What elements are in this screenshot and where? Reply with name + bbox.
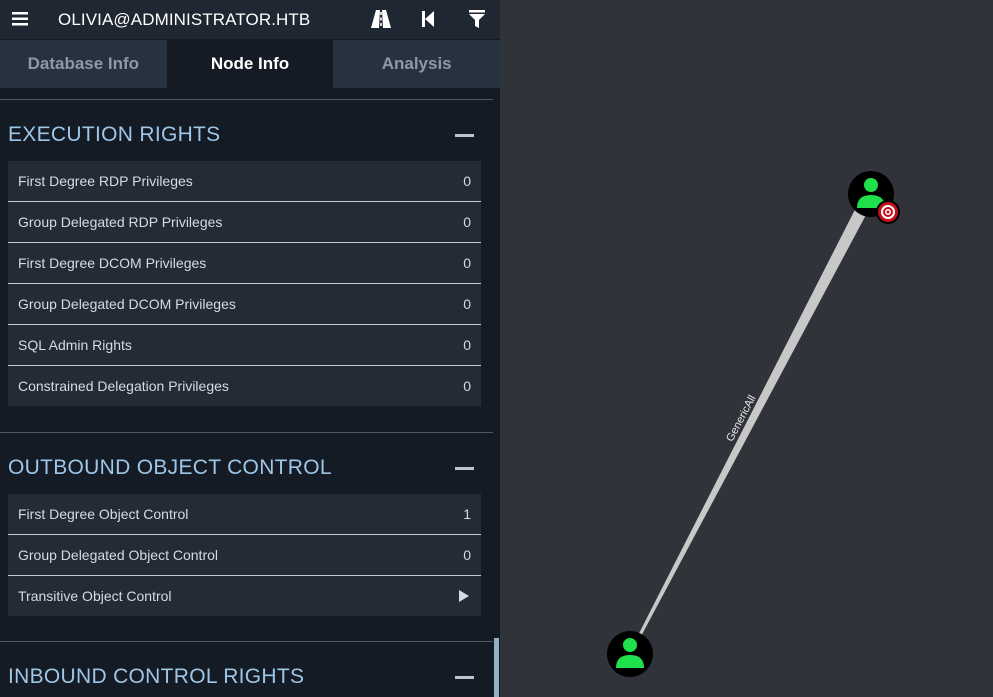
section-title-outbound-object-control[interactable]: OUTBOUND OBJECT CONTROL (8, 456, 332, 480)
section-title-execution-rights[interactable]: EXECUTION RIGHTS (8, 123, 220, 147)
section-divider (0, 641, 493, 642)
search-bar: OLIVIA@ADMINISTRATOR.HTB (0, 0, 500, 39)
collapse-execution-rights-icon[interactable] (455, 134, 474, 137)
section-title-inbound-control-rights[interactable]: INBOUND CONTROL RIGHTS (8, 665, 304, 689)
graph-canvas[interactable]: GenericAll (500, 0, 993, 697)
collapse-outbound-object-control-icon[interactable] (455, 467, 474, 470)
tab-database-info[interactable]: Database Info (0, 40, 167, 88)
panel-tabs: Database Info Node Info Analysis (0, 40, 500, 88)
tab-node-info[interactable]: Node Info (166, 40, 334, 88)
list-item[interactable]: Transitive Object Control (8, 576, 481, 616)
execution-rights-list: First Degree RDP Privileges 0 Group Dele… (8, 161, 481, 406)
outbound-object-control-list: First Degree Object Control 1 Group Dele… (8, 494, 481, 616)
target-icon (876, 200, 900, 224)
list-item[interactable]: First Degree RDP Privileges 0 (8, 161, 481, 202)
node-search-title[interactable]: OLIVIA@ADMINISTRATOR.HTB (58, 0, 310, 39)
list-item[interactable]: Group Delegated Object Control 0 (8, 535, 481, 576)
scrollbar[interactable] (494, 638, 499, 697)
user-node[interactable] (607, 631, 653, 677)
list-item[interactable]: First Degree DCOM Privileges 0 (8, 243, 481, 284)
edge-genericall[interactable] (629, 190, 875, 655)
node-info-content[interactable]: EXECUTION RIGHTS First Degree RDP Privil… (0, 88, 500, 697)
expand-arrow-icon[interactable] (459, 590, 469, 602)
list-item[interactable]: First Degree Object Control 1 (8, 494, 481, 535)
bloodhound-window: GenericAll OLIVIA@ADMINISTRATOR.HTB Data… (0, 0, 993, 697)
list-item[interactable]: SQL Admin Rights 0 (8, 325, 481, 366)
back-icon[interactable] (416, 7, 440, 31)
list-item[interactable]: Group Delegated RDP Privileges 0 (8, 202, 481, 243)
pathfinding-road-icon[interactable] (369, 7, 393, 31)
filter-icon[interactable] (465, 7, 489, 31)
section-divider (0, 432, 493, 433)
tab-analysis[interactable]: Analysis (333, 40, 500, 88)
section-divider (0, 99, 493, 100)
list-item[interactable]: Constrained Delegation Privileges 0 (8, 366, 481, 406)
hamburger-menu-icon[interactable] (8, 7, 32, 31)
node-info-panel: OLIVIA@ADMINISTRATOR.HTB Database Info N… (0, 0, 500, 697)
collapse-inbound-control-rights-icon[interactable] (455, 676, 474, 679)
graph-svg[interactable]: GenericAll (500, 0, 993, 697)
list-item[interactable]: Group Delegated DCOM Privileges 0 (8, 284, 481, 325)
